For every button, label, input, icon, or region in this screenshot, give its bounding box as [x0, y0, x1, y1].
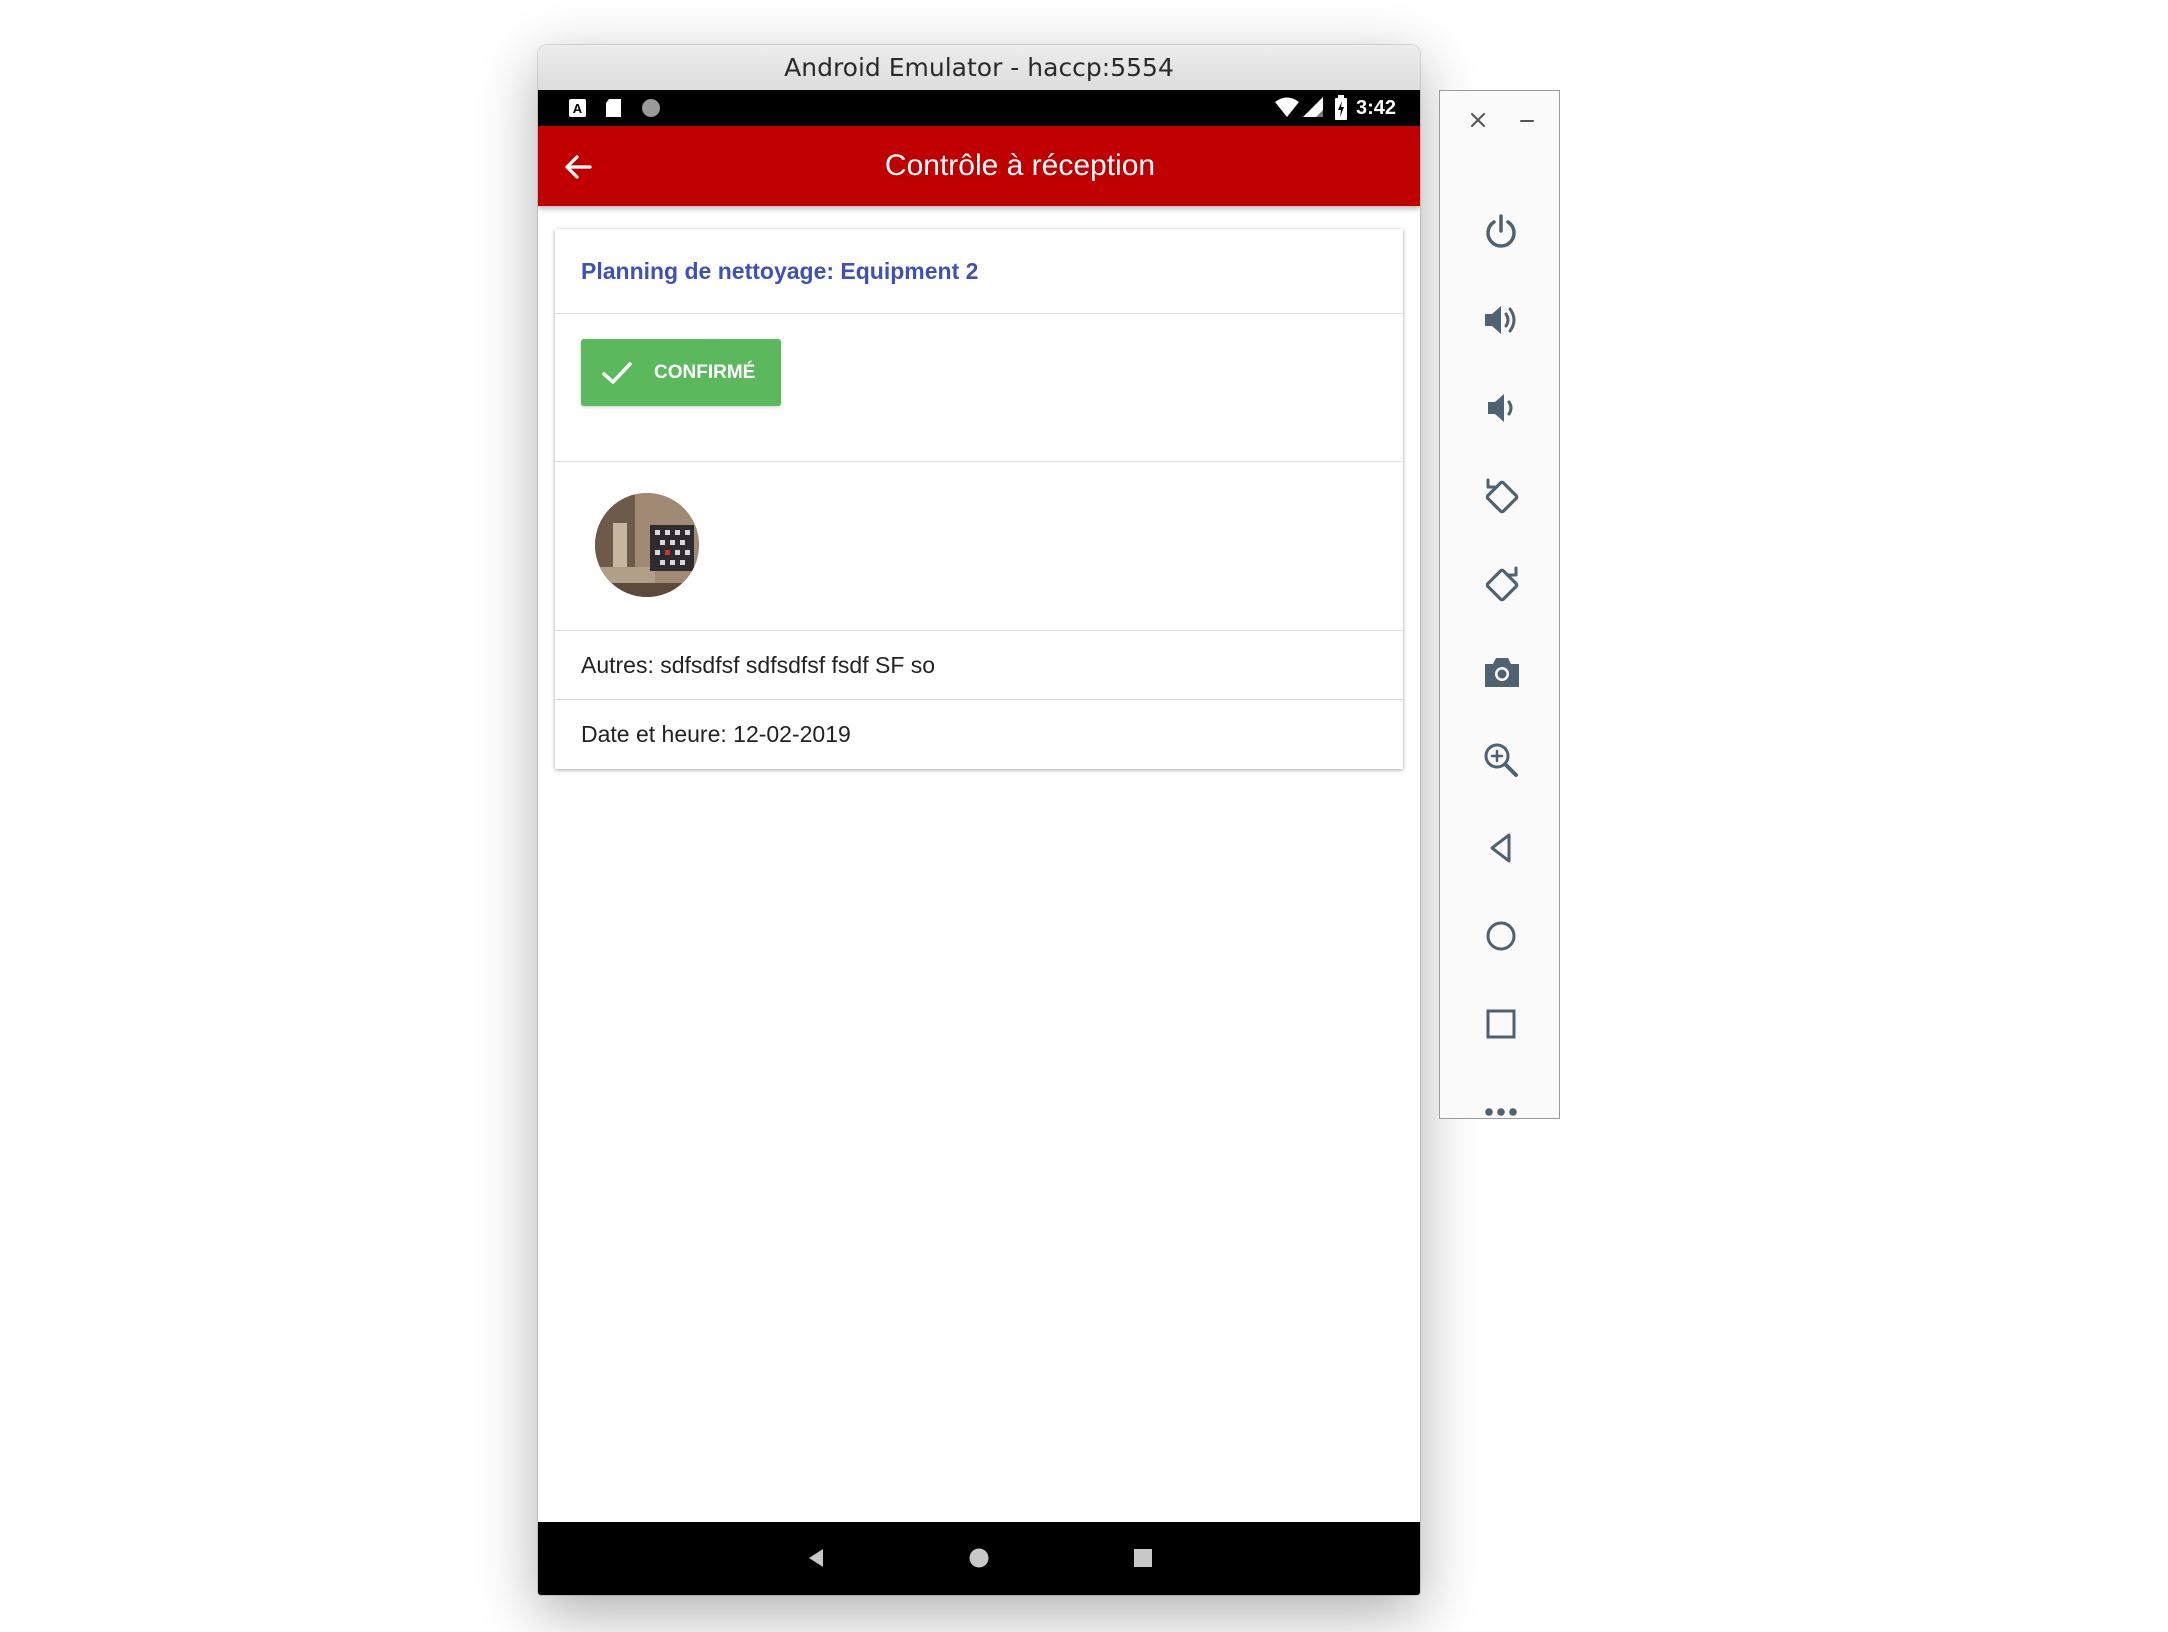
signal-icon: [1303, 97, 1323, 117]
app-bar: Contrôle à réception: [538, 126, 1420, 206]
card-header: Planning de nettoyage: Equipment 2: [555, 229, 1403, 314]
sd-card-icon: [606, 99, 621, 117]
wifi-icon: [1275, 97, 1299, 117]
volume-down-icon: [1488, 394, 1513, 422]
check-icon: [602, 362, 632, 384]
back-button[interactable]: [1440, 803, 1561, 891]
power-icon: [1486, 214, 1516, 248]
page-title: Contrôle à réception: [884, 149, 1156, 182]
a-notification-icon: A: [569, 99, 586, 117]
power-button[interactable]: [1440, 187, 1561, 275]
equipment-photo-thumbnail[interactable]: [595, 493, 699, 597]
volume-up-icon: [1485, 306, 1516, 334]
back-icon: [1490, 833, 1511, 863]
emulator-window: Android Emulator - haccp:5554 A 3:42 Con…: [538, 45, 1420, 1595]
rotate-left-icon: [1485, 478, 1519, 514]
rotate-right-icon: [1485, 566, 1519, 602]
more-icon: [1485, 1108, 1517, 1116]
rotate-right-button[interactable]: [1440, 539, 1561, 627]
emulator-side-toolbar: [1439, 90, 1560, 1119]
overview-icon: [1486, 1009, 1516, 1039]
confirmed-label: CONFIRMÉ: [654, 362, 756, 383]
status-bar: A 3:42: [538, 90, 1420, 126]
home-icon: [1486, 921, 1516, 951]
circle-notification-icon: [642, 99, 660, 117]
zoom-button[interactable]: [1440, 715, 1561, 803]
photo-section: [555, 462, 1403, 631]
other-text: Autres: sdfsdfsf sdfsdfsf fsdf SF so: [581, 652, 936, 678]
close-icon[interactable]: [1463, 105, 1493, 135]
home-button[interactable]: [1440, 891, 1561, 979]
navigation-bar: [538, 1522, 1420, 1595]
other-row: Autres: sdfsdfsf sdfsdfsf fsdf SF so: [555, 631, 1403, 700]
home-circle-icon[interactable]: [937, 1522, 1021, 1595]
date-text: Date et heure: 12-02-2019: [581, 721, 851, 747]
confirmed-button[interactable]: CONFIRMÉ: [581, 339, 781, 406]
recents-square-icon[interactable]: [1101, 1522, 1185, 1595]
confirm-section: CONFIRMÉ: [555, 314, 1403, 462]
battery-icon: [1335, 95, 1347, 120]
zoom-icon: [1484, 743, 1518, 777]
detail-card: Planning de nettoyage: Equipment 2 CONFI…: [555, 229, 1403, 769]
more-button[interactable]: [1440, 1067, 1561, 1155]
photo-image: [595, 493, 699, 597]
rotate-left-button[interactable]: [1440, 451, 1561, 539]
volume-up-button[interactable]: [1440, 275, 1561, 363]
camera-icon: [1485, 658, 1519, 687]
device-screen: A 3:42 Contrôle à réception Planning de …: [538, 90, 1420, 1595]
card-title: Planning de nettoyage: Equipment 2: [581, 258, 979, 284]
window-title: Android Emulator - haccp:5554: [538, 45, 1420, 91]
volume-down-button[interactable]: [1440, 363, 1561, 451]
desktop: Android Emulator - haccp:5554 A 3:42 Con…: [0, 0, 2168, 1632]
date-row: Date et heure: 12-02-2019: [555, 700, 1403, 768]
overview-button[interactable]: [1440, 979, 1561, 1067]
back-triangle-icon[interactable]: [774, 1522, 858, 1595]
minimize-icon[interactable]: [1512, 105, 1542, 135]
screenshot-button[interactable]: [1440, 627, 1561, 715]
status-time: 3:42: [1355, 97, 1396, 119]
svg-text:A: A: [573, 101, 583, 116]
